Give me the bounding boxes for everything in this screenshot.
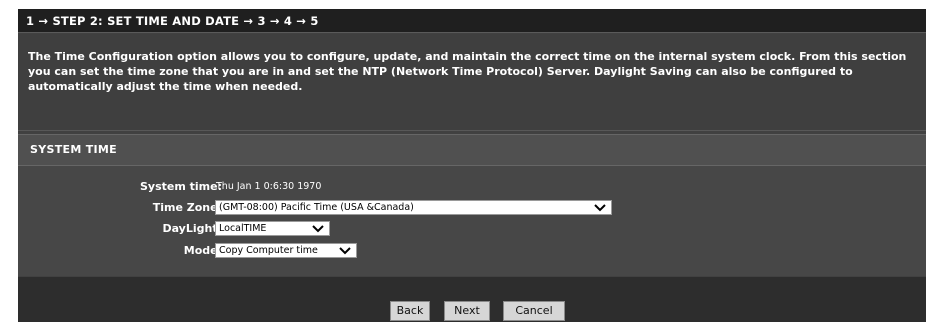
cancel-button[interactable]: Cancel — [503, 301, 565, 321]
mode-select[interactable]: Copy Computer time — [215, 243, 357, 258]
back-button[interactable]: Back — [390, 301, 430, 321]
intro-text: The Time Configuration option allows you… — [28, 50, 907, 93]
daylight-selected-value: LocalTIME — [219, 223, 267, 234]
chevron-down-icon — [594, 204, 606, 212]
next-button[interactable]: Next — [444, 301, 490, 321]
time-zone-row: Time Zone: (GMT-08:00) Pacific Time (USA… — [18, 198, 926, 218]
time-zone-label: Time Zone: — [152, 201, 222, 214]
chevron-down-icon — [339, 247, 351, 255]
time-zone-selected-value: (GMT-08:00) Pacific Time (USA &Canada) — [219, 202, 414, 213]
daylight-select[interactable]: LocalTIME — [215, 221, 330, 236]
system-time-form: System time: Thu Jan 1 0:6:30 1970 Time … — [18, 166, 926, 276]
system-time-value: Thu Jan 1 0:6:30 1970 — [216, 181, 322, 192]
intro-description: The Time Configuration option allows you… — [18, 34, 926, 131]
time-zone-select[interactable]: (GMT-08:00) Pacific Time (USA &Canada) — [215, 200, 612, 215]
chevron-down-icon — [312, 225, 324, 233]
mode-row: Mode: Copy Computer time — [18, 241, 926, 261]
section-header-system-time: SYSTEM TIME — [18, 134, 926, 166]
wizard-footer: Back Next Cancel — [18, 277, 926, 322]
wizard-step-bar: 1 → STEP 2: SET TIME AND DATE → 3 → 4 → … — [18, 9, 926, 33]
system-time-label: System time: — [139, 180, 222, 193]
mode-selected-value: Copy Computer time — [219, 245, 318, 256]
system-time-row: System time: Thu Jan 1 0:6:30 1970 — [18, 177, 926, 197]
daylight-row: DayLight: LocalTIME — [18, 219, 926, 239]
daylight-label: DayLight: — [162, 222, 222, 235]
setup-wizard-panel: 1 → STEP 2: SET TIME AND DATE → 3 → 4 → … — [18, 9, 926, 322]
